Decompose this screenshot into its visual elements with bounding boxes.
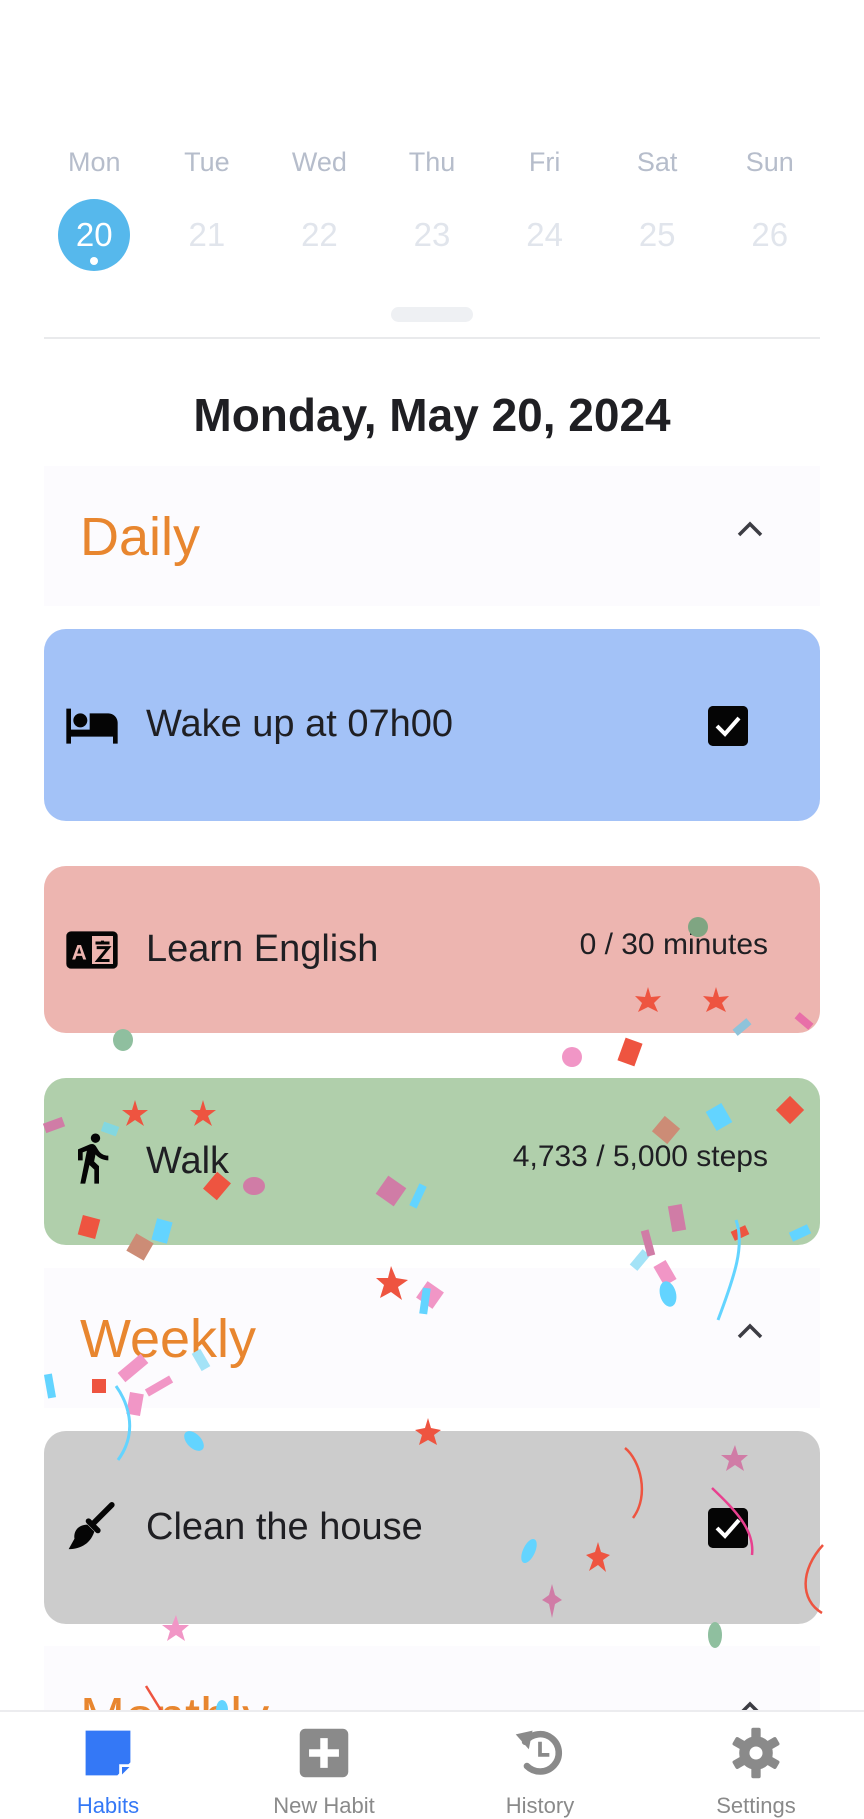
day-number[interactable]: 26 <box>734 199 806 271</box>
page-title: Monday, May 20, 2024 <box>193 389 671 441</box>
day-name: Tue <box>184 147 230 177</box>
day-name: Sat <box>636 147 678 177</box>
day-tue[interactable]: Tue 21 <box>151 140 264 271</box>
bed-icon <box>66 708 118 744</box>
day-number[interactable]: 24 <box>509 199 581 271</box>
day-sat[interactable]: Sat 25 <box>601 140 714 271</box>
day-name: Thu <box>408 147 456 177</box>
checkbox-checked-icon[interactable] <box>708 706 748 746</box>
day-wed[interactable]: Wed 22 <box>263 140 376 271</box>
day-name: Wed <box>291 147 347 177</box>
nav-label: Habits <box>76 1793 140 1818</box>
nav-habits[interactable]: Habits <box>0 1712 216 1819</box>
nav-label: History <box>505 1793 575 1818</box>
day-number[interactable]: 23 <box>396 199 468 271</box>
section-title: Weekly <box>80 1309 257 1369</box>
habit-label: Learn English <box>146 928 379 970</box>
day-name: Mon <box>68 147 121 177</box>
habit-card-learn-english[interactable]: A Learn English 0 / 30 minutes <box>44 866 820 1033</box>
habit-progress: 0 / 30 minutes <box>579 928 768 961</box>
habits-icon <box>85 1730 133 1778</box>
section-header-daily[interactable]: Daily <box>44 466 820 606</box>
broom-icon <box>68 1502 115 1550</box>
nav-history[interactable]: History <box>432 1712 648 1819</box>
habit-label: Clean the house <box>146 1506 423 1548</box>
day-fri[interactable]: Fri 24 <box>488 140 601 271</box>
habit-label: Wake up at 07h00 <box>146 703 454 745</box>
day-sun[interactable]: Sun 26 <box>713 140 826 271</box>
svg-text:A: A <box>72 941 87 964</box>
day-number-selected[interactable]: 20 <box>58 199 131 271</box>
divider <box>44 337 820 339</box>
section-header-weekly[interactable]: Weekly <box>44 1268 820 1408</box>
week-calendar: Mon 20 Tue 21 Wed 22 Thu 23 Fri 24 Sat 2… <box>38 140 826 271</box>
today-dot <box>90 257 99 265</box>
day-thu[interactable]: Thu 23 <box>376 140 489 271</box>
nav-label: New Habit <box>273 1793 375 1818</box>
day-number[interactable]: 22 <box>283 199 355 271</box>
drag-handle[interactable] <box>391 307 473 322</box>
nav-label: Settings <box>716 1793 796 1818</box>
nav-new-habit[interactable]: New Habit <box>216 1712 432 1819</box>
chevron-up-icon[interactable] <box>736 518 764 538</box>
habit-label: Walk <box>146 1140 230 1182</box>
history-icon <box>515 1730 562 1775</box>
day-number[interactable]: 21 <box>171 199 243 271</box>
section-title: Daily <box>80 507 201 567</box>
day-name: Sun <box>745 147 794 177</box>
habit-progress: 4,733 / 5,000 steps <box>512 1140 768 1173</box>
day-number-text: 20 <box>75 216 113 253</box>
habit-card-clean-house[interactable]: Clean the house <box>44 1431 820 1624</box>
add-box-icon <box>299 1728 349 1778</box>
day-name: Fri <box>528 147 561 177</box>
habit-card-wake-up[interactable]: Wake up at 07h00 <box>44 629 820 821</box>
chevron-up-icon[interactable] <box>736 1320 764 1340</box>
day-mon[interactable]: Mon 20 <box>38 140 151 271</box>
day-number[interactable]: 25 <box>621 199 693 271</box>
habit-card-walk[interactable]: Walk 4,733 / 5,000 steps <box>44 1078 820 1245</box>
bottom-navigation: Habits New Habit History Settings <box>0 1710 864 1819</box>
translate-icon: A <box>66 931 118 969</box>
nav-settings[interactable]: Settings <box>648 1712 864 1819</box>
gear-icon <box>732 1727 780 1779</box>
walking-icon <box>78 1133 109 1184</box>
checkbox-checked-icon[interactable] <box>708 1508 748 1548</box>
